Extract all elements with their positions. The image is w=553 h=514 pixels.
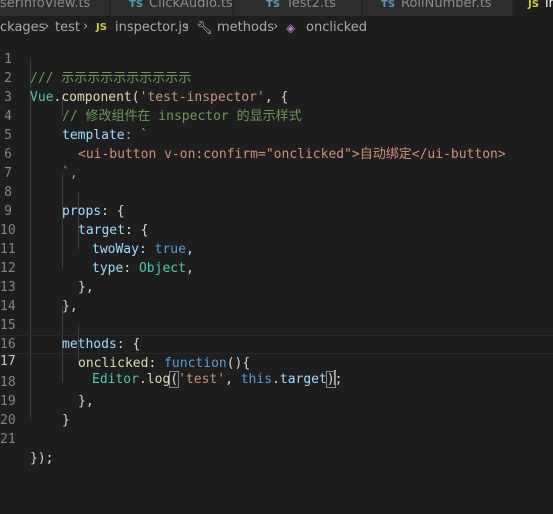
code-line: 12 }, [0, 240, 553, 295]
chevron-right-icon: › [273, 19, 279, 34]
code-line: 8 props: { [0, 164, 553, 219]
code-line: 9 target: { [0, 183, 553, 238]
typescript-file-icon: TS [266, 0, 281, 10]
javascript-file-icon: JS [96, 22, 107, 33]
typescript-file-icon: TS [129, 0, 144, 10]
code-editor[interactable]: 1 /// 示示示示示示示示示示 2 Vue.component('test-i… [0, 40, 553, 514]
tab-test2[interactable]: TS Test2.ts [234, 0, 362, 16]
code-line: 14 [0, 278, 553, 314]
tab-inspector[interactable]: JS in [514, 0, 553, 16]
tab-label: oserInfoView.ts [0, 0, 91, 11]
code-line: 13 }, [0, 259, 553, 314]
code-line: 3 // 修改组件在 inspector 的显示样式 [0, 69, 553, 124]
tab-label: Test2.ts [286, 0, 336, 11]
breadcrumb-file[interactable]: inspector.js [115, 20, 189, 35]
chevron-right-icon: › [83, 19, 89, 34]
code-line: 21 }); [0, 411, 553, 466]
tab-label: RollNumber.ts [401, 0, 492, 11]
code-line: 20 [0, 392, 553, 428]
chevron-right-icon: › [44, 19, 50, 34]
breadcrumb-test[interactable]: test [55, 20, 80, 35]
javascript-file-icon: JS [528, 0, 539, 10]
line-number: 21 [0, 432, 16, 447]
code-line: 19 } [0, 373, 553, 428]
current-code-line: 17 Editor.log('test', this.target); [0, 335, 553, 388]
tab-label: in [544, 0, 553, 11]
tab-clickaudio[interactable]: TS ClickAudio.ts [111, 0, 233, 16]
wrench-icon: 🔧︎ [196, 21, 213, 36]
code-line: 2 Vue.component('test-inspector', { [0, 50, 553, 105]
typescript-file-icon: TS [381, 0, 396, 10]
code-line: 18 }, [0, 354, 553, 409]
tab-label: ClickAudio.ts [149, 0, 233, 11]
code-line: 16 onclicked: function(){ [0, 316, 553, 371]
code-line: 4 template: ` [0, 88, 553, 143]
breadcrumb-packages[interactable]: ckages [0, 20, 45, 35]
code-line: 11 type: Object, [0, 221, 553, 276]
code-line: 5 <ui-button v-on:confirm="onclicked">自动… [0, 107, 553, 162]
breadcrumb-onclicked[interactable]: onclicked [306, 20, 367, 35]
method-cube-icon: ◈ [286, 21, 296, 35]
code-line: 10 twoWay: true, [0, 202, 553, 257]
code-line: 15 methods: { [0, 297, 553, 352]
tab-rollnumber[interactable]: TS RollNumber.ts [363, 0, 513, 16]
breadcrumb-methods[interactable]: methods [217, 20, 274, 35]
tab-userinfoview[interactable]: oserInfoView.ts [0, 0, 110, 16]
editor-tab-bar: oserInfoView.ts TS ClickAudio.ts TS Test2.… [0, 0, 553, 16]
code-line: 6 `, [0, 126, 553, 181]
code-line: 1 /// 示示示示示示示示示示 [0, 40, 553, 86]
chevron-right-icon: › [184, 19, 190, 34]
code-content: }); [30, 451, 54, 466]
code-line: 7 [0, 145, 553, 181]
breadcrumb: ckages › test › JS inspector.js › 🔧︎ met… [0, 16, 553, 40]
